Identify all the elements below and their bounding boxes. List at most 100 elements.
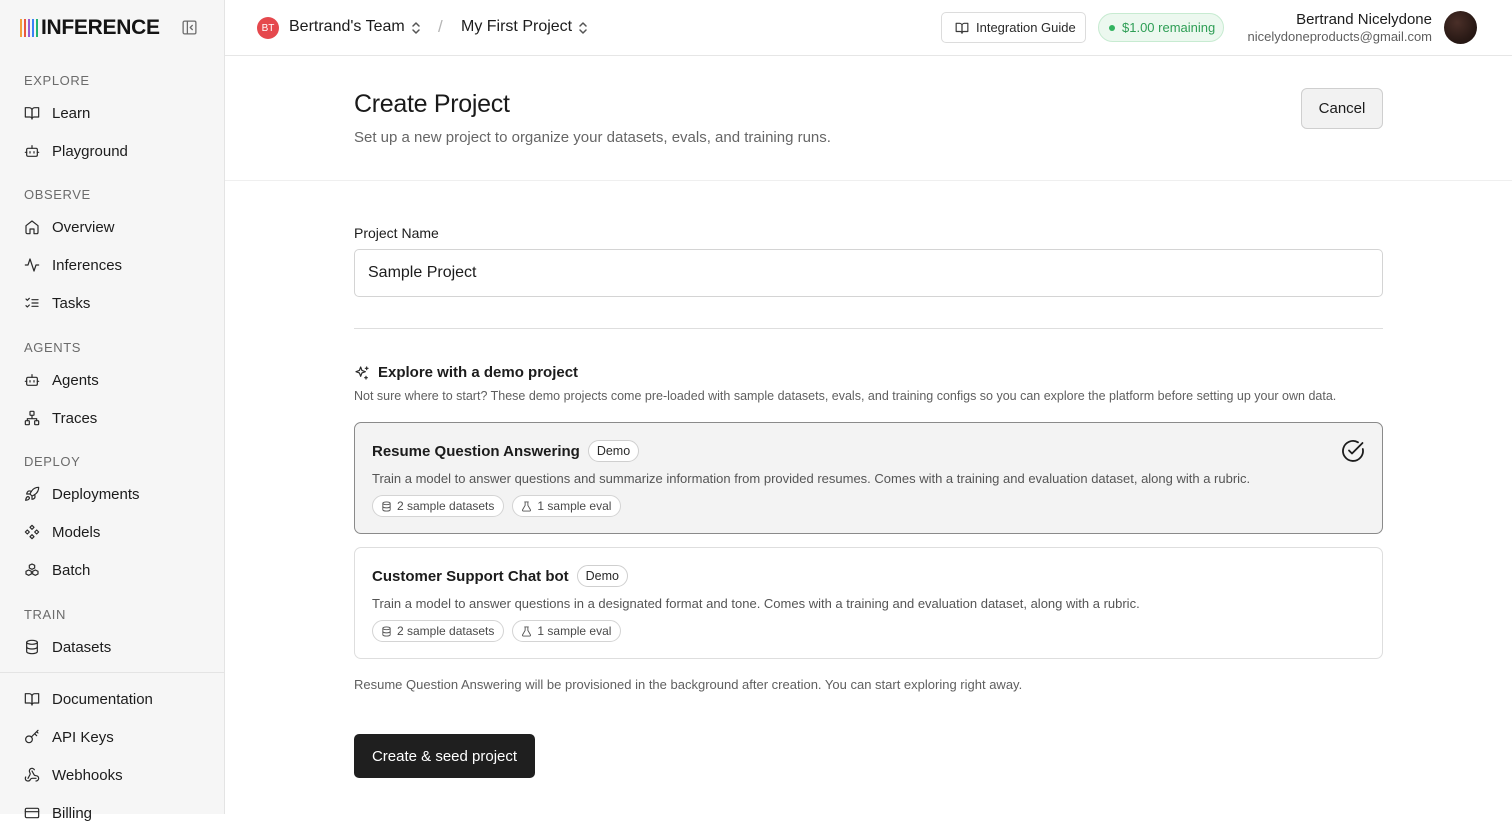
team-avatar[interactable]: BT bbox=[257, 17, 279, 39]
sidebar-item-webhooks[interactable]: Webhooks bbox=[24, 760, 204, 790]
network-icon bbox=[24, 410, 40, 426]
sidebar-item-agents[interactable]: Agents bbox=[24, 365, 204, 395]
sidebar-item-models[interactable]: Models bbox=[24, 517, 204, 547]
diamond-grid-icon bbox=[24, 524, 40, 540]
create-seed-project-button[interactable]: Create & seed project bbox=[354, 734, 535, 778]
eval-chip-label: 1 sample eval bbox=[537, 499, 612, 513]
list-checks-icon bbox=[24, 295, 40, 311]
brand-logo[interactable]: INFERENCE bbox=[20, 16, 160, 40]
nav-section-explore: EXPLORE bbox=[24, 73, 90, 88]
sidebar-item-playground[interactable]: Playground bbox=[24, 136, 204, 166]
project-name-input[interactable] bbox=[354, 249, 1383, 297]
sidebar-item-label: Playground bbox=[52, 142, 128, 160]
book-open-icon bbox=[955, 21, 969, 35]
sidebar-item-tasks[interactable]: Tasks bbox=[24, 288, 204, 318]
divider bbox=[354, 328, 1383, 329]
sidebar-item-label: Documentation bbox=[52, 690, 153, 708]
bot-icon bbox=[24, 372, 40, 388]
user-name: Bertrand Nicelydone bbox=[1296, 11, 1432, 28]
home-icon bbox=[24, 219, 40, 235]
rocket-icon bbox=[24, 486, 40, 502]
card-title: Resume Question Answering bbox=[372, 442, 580, 460]
database-icon bbox=[24, 639, 40, 655]
sidebar: INFERENCE EXPLORE Learn Playground OBSER… bbox=[0, 0, 225, 822]
card-chips: 2 sample datasets 1 sample eval bbox=[372, 620, 622, 642]
cancel-button[interactable]: Cancel bbox=[1301, 88, 1383, 129]
sidebar-item-learn[interactable]: Learn bbox=[24, 98, 204, 128]
sidebar-item-label: Learn bbox=[52, 104, 91, 122]
sidebar-item-deployments[interactable]: Deployments bbox=[24, 479, 204, 509]
project-name-label: Project Name bbox=[354, 225, 439, 241]
credits-label: $1.00 remaining bbox=[1122, 20, 1216, 35]
chevrons-up-down-icon[interactable] bbox=[411, 21, 421, 35]
brand-name: INFERENCE bbox=[41, 16, 160, 39]
project-switcher[interactable]: My First Project bbox=[461, 18, 572, 36]
page-subtitle: Set up a new project to organize your da… bbox=[354, 129, 831, 146]
breadcrumb-separator: / bbox=[438, 17, 443, 36]
datasets-chip-label: 2 sample datasets bbox=[397, 499, 495, 513]
sidebar-item-label: Inferences bbox=[52, 256, 123, 274]
book-icon bbox=[24, 691, 40, 707]
user-email: nicelydoneproducts@gmail.com bbox=[1247, 29, 1432, 44]
sidebar-item-label: Traces bbox=[52, 409, 98, 427]
top-header: BT Bertrand's Team / My First Project In… bbox=[225, 0, 1512, 56]
avatar[interactable] bbox=[1444, 11, 1477, 44]
demo-section-heading: Explore with a demo project bbox=[354, 364, 578, 381]
sidebar-item-datasets[interactable]: Datasets bbox=[24, 632, 204, 662]
book-icon bbox=[24, 105, 40, 121]
sidebar-item-batch[interactable]: Batch bbox=[24, 555, 204, 585]
boxes-icon bbox=[24, 562, 40, 578]
demo-badge: Demo bbox=[587, 440, 640, 462]
sidebar-item-label: Deployments bbox=[52, 485, 140, 503]
nav-section-train: TRAIN bbox=[24, 607, 66, 622]
card-chips: 2 sample datasets 1 sample eval bbox=[372, 495, 622, 517]
sidebar-item-inferences[interactable]: Inferences bbox=[24, 250, 204, 280]
brand-bars-icon bbox=[20, 19, 38, 37]
credit-card-icon bbox=[24, 805, 40, 821]
sidebar-item-label: Batch bbox=[52, 561, 91, 579]
sidebar-item-api-keys[interactable]: API Keys bbox=[24, 722, 204, 752]
demo-badge: Demo bbox=[576, 565, 628, 587]
sidebar-item-overview[interactable]: Overview bbox=[24, 212, 204, 242]
eval-chip: 1 sample eval bbox=[512, 495, 622, 517]
credits-badge: $1.00 remaining bbox=[1098, 13, 1224, 42]
card-title-row: Resume Question Answering Demo bbox=[372, 440, 640, 462]
eval-chip: 1 sample eval bbox=[512, 620, 622, 642]
sidebar-item-label: Overview bbox=[52, 218, 115, 236]
activity-icon bbox=[24, 257, 40, 273]
integration-guide-button[interactable]: Integration Guide bbox=[941, 12, 1086, 43]
card-title-row: Customer Support Chat bot Demo bbox=[372, 565, 628, 587]
bot-icon bbox=[24, 143, 40, 159]
provision-note: Resume Question Answering will be provis… bbox=[354, 677, 1023, 692]
sidebar-item-traces[interactable]: Traces bbox=[24, 403, 204, 433]
demo-card-customer-support[interactable]: Customer Support Chat bot Demo Train a m… bbox=[354, 547, 1383, 659]
sidebar-collapse-icon[interactable] bbox=[181, 19, 198, 36]
card-title: Customer Support Chat bot bbox=[372, 567, 569, 585]
sidebar-divider bbox=[0, 672, 225, 673]
sidebar-item-label: Webhooks bbox=[52, 766, 123, 784]
sidebar-item-label: Datasets bbox=[52, 638, 112, 656]
sparkles-icon bbox=[354, 365, 370, 381]
datasets-chip: 2 sample datasets bbox=[372, 495, 505, 517]
nav-section-deploy: DEPLOY bbox=[24, 454, 81, 469]
card-description: Train a model to answer questions and su… bbox=[372, 471, 1251, 486]
sidebar-item-billing[interactable]: Billing bbox=[24, 798, 204, 828]
sidebar-item-label: Tasks bbox=[52, 294, 91, 312]
team-switcher[interactable]: Bertrand's Team bbox=[289, 18, 405, 36]
sidebar-item-label: API Keys bbox=[52, 728, 114, 746]
card-description: Train a model to answer questions in a d… bbox=[372, 596, 1140, 611]
integration-guide-label: Integration Guide bbox=[976, 20, 1076, 35]
sidebar-item-label: Billing bbox=[52, 804, 93, 822]
sidebar-item-label: Models bbox=[52, 523, 101, 541]
demo-card-resume-qa[interactable]: Resume Question Answering Demo Train a m… bbox=[354, 422, 1383, 534]
key-icon bbox=[24, 729, 40, 745]
chevrons-up-down-icon[interactable] bbox=[578, 21, 588, 35]
datasets-chip-label: 2 sample datasets bbox=[397, 624, 495, 638]
flask-icon bbox=[521, 625, 532, 637]
status-dot-icon bbox=[1109, 24, 1115, 31]
datasets-chip: 2 sample datasets bbox=[372, 620, 505, 642]
flask-icon bbox=[521, 500, 532, 512]
check-circle-icon bbox=[1341, 439, 1365, 463]
page-header: Create Project Set up a new project to o… bbox=[225, 56, 1512, 181]
sidebar-item-documentation[interactable]: Documentation bbox=[24, 684, 204, 714]
